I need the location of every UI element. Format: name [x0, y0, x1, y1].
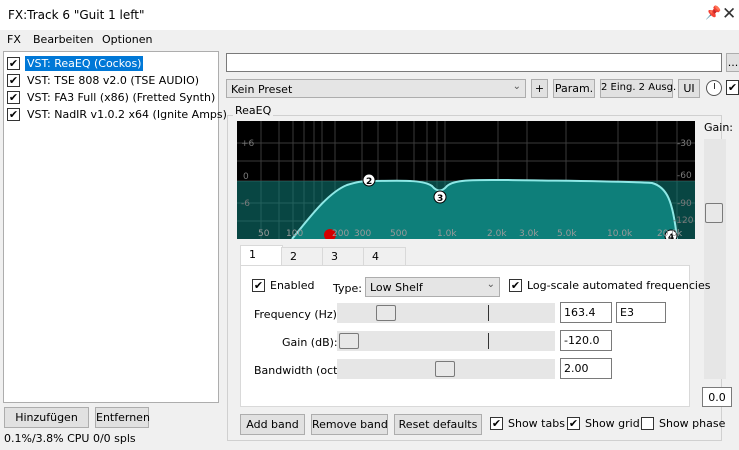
type-label: Type: — [333, 282, 362, 295]
window-title: FX:Track 6 "Guit 1 left" — [8, 8, 145, 22]
show-grid-label: Show grid — [585, 417, 640, 430]
menu-bar: FX Bearbeiten Optionen — [0, 31, 739, 50]
band-gain-slider[interactable] — [337, 331, 555, 351]
wet-knob[interactable] — [706, 80, 722, 96]
logscale-checkbox[interactable]: ✔ Log-scale automated frequencies — [509, 279, 710, 292]
logscale-check-icon: ✔ — [509, 279, 522, 292]
fx-item-tse808[interactable]: ✔ VST: TSE 808 v2.0 (TSE AUDIO) — [7, 72, 217, 89]
gain-value-field[interactable]: 0.0 — [702, 387, 732, 407]
show-tabs-checkbox[interactable]: ✔ Show tabs — [490, 417, 565, 430]
add-fx-button[interactable]: Hinzufügen — [4, 407, 89, 428]
bypass-checkbox[interactable]: ✔ — [726, 80, 739, 95]
remove-band-button[interactable]: Remove band — [311, 414, 388, 435]
frequency-slider-thumb[interactable] — [376, 305, 396, 321]
pin-icon[interactable]: 📌 — [705, 6, 721, 21]
title-bar: FX:Track 6 "Guit 1 left" 📌 ✕ — [0, 0, 739, 30]
freq-label: 20.0k — [657, 229, 683, 239]
band-type-value: Low Shelf — [370, 281, 423, 294]
db-label-right: -30 — [677, 139, 692, 149]
frequency-label: Frequency (Hz): — [254, 308, 341, 321]
db-label: +6 — [241, 139, 255, 149]
ui-button[interactable]: UI — [678, 79, 700, 98]
bandwidth-value-field[interactable]: 2.00 — [560, 358, 612, 379]
show-tabs-label: Show tabs — [508, 417, 565, 430]
show-phase-checkbox[interactable]: Show phase — [641, 417, 725, 430]
db-label: 0 — [243, 172, 249, 182]
fx-item-fa3[interactable]: ✔ VST: FA3 Full (x86) (Fretted Synth) — [7, 89, 217, 106]
add-preset-button[interactable]: + — [531, 79, 548, 98]
plugin-title: ReaEQ — [233, 104, 274, 117]
band-gain-value-field[interactable]: -120.0 — [560, 330, 612, 351]
freq-label: 300 — [354, 229, 371, 239]
db-label: -6 — [241, 199, 250, 209]
enabled-checkbox[interactable]: ✔ Enabled — [252, 279, 314, 292]
eq-graph[interactable]: 2 3 4 +6 0 -6 -30 -60 -90 -120 50 100 20… — [237, 121, 695, 239]
freq-label: 2.0k — [487, 229, 507, 239]
db-label-right: -90 — [677, 199, 692, 209]
io-button[interactable]: 2 Eing. 2 Ausg. — [600, 79, 676, 98]
frequency-slider[interactable] — [337, 303, 555, 323]
fx-enable-checkbox[interactable]: ✔ — [7, 108, 20, 121]
db-label-right: -60 — [677, 171, 692, 181]
freq-label: 50 — [258, 229, 270, 239]
chevron-down-icon: ⌄ — [486, 279, 495, 290]
fx-item-reaeq[interactable]: ✔ VST: ReaEQ (Cockos) — [7, 55, 217, 72]
menu-fx[interactable]: FX — [7, 33, 21, 46]
gain-slider[interactable] — [704, 139, 726, 379]
fx-item-nadir[interactable]: ✔ VST: NadIR v1.0.2 x64 (Ignite Amps) — [7, 106, 227, 123]
ellipsis-button[interactable]: ... — [726, 53, 739, 72]
close-icon[interactable]: ✕ — [722, 4, 736, 24]
gain-label: Gain: — [704, 121, 733, 134]
fx-enable-checkbox[interactable]: ✔ — [7, 74, 20, 87]
fx-name-field[interactable] — [226, 53, 722, 72]
freq-label: 1.0k — [437, 229, 457, 239]
freq-label: 5.0k — [557, 229, 577, 239]
fx-enable-checkbox[interactable]: ✔ — [7, 57, 20, 70]
show-tabs-check-icon: ✔ — [490, 417, 503, 430]
note-value-field[interactable]: E3 — [616, 302, 666, 323]
gain-slider-thumb[interactable] — [705, 203, 723, 223]
frequency-value-field[interactable]: 163.4 — [560, 302, 612, 323]
show-phase-check-icon — [641, 417, 654, 430]
bandwidth-slider-thumb[interactable] — [435, 361, 455, 377]
chevron-down-icon: ⌄ — [512, 81, 521, 92]
tab-band-3[interactable]: 3 — [322, 247, 365, 266]
tab-band-1[interactable]: 1 — [240, 245, 283, 265]
tab-band-4[interactable]: 4 — [363, 247, 406, 266]
show-grid-checkbox[interactable]: ✔ Show grid — [567, 417, 640, 430]
gain-db-label: Gain (dB): — [282, 336, 338, 349]
cpu-status: 0.1%/3.8% CPU 0/0 spls — [4, 432, 136, 445]
freq-label: 100 — [286, 229, 303, 239]
freq-label: 3.0k — [519, 229, 539, 239]
enabled-label: Enabled — [270, 279, 315, 292]
menu-bearbeiten[interactable]: Bearbeiten — [33, 33, 93, 46]
bandwidth-label: Bandwidth (oct): — [254, 364, 346, 377]
param-button[interactable]: Param. — [553, 79, 595, 98]
logscale-label: Log-scale automated frequencies — [527, 279, 711, 292]
show-grid-check-icon: ✔ — [567, 417, 580, 430]
band-point-label: 3 — [437, 194, 443, 204]
band-type-select[interactable]: Low Shelf ⌄ — [365, 277, 500, 297]
menu-optionen[interactable]: Optionen — [102, 33, 152, 46]
fx-enable-checkbox[interactable]: ✔ — [7, 91, 20, 104]
show-phase-label: Show phase — [659, 417, 726, 430]
band-gain-slider-thumb[interactable] — [339, 333, 359, 349]
preset-select[interactable]: Kein Preset ⌄ — [226, 79, 526, 98]
add-band-button[interactable]: Add band — [240, 414, 305, 435]
reset-defaults-button[interactable]: Reset defaults — [394, 414, 482, 435]
freq-label: 10.0k — [607, 229, 633, 239]
band-point-label: 2 — [366, 177, 372, 187]
freq-label: 200 — [332, 229, 349, 239]
preset-value: Kein Preset — [231, 83, 293, 96]
enabled-check-icon: ✔ — [252, 279, 265, 292]
fx-chain-list[interactable]: ✔ VST: ReaEQ (Cockos) ✔ VST: TSE 808 v2.0 … — [3, 51, 227, 403]
db-label-right: -120 — [673, 216, 694, 226]
tab-band-2[interactable]: 2 — [281, 247, 324, 266]
eq-graph-svg: 2 3 4 +6 0 -6 -30 -60 -90 -120 50 100 20… — [237, 121, 695, 239]
freq-label: 500 — [390, 229, 407, 239]
remove-fx-button[interactable]: Entfernen — [95, 407, 150, 428]
